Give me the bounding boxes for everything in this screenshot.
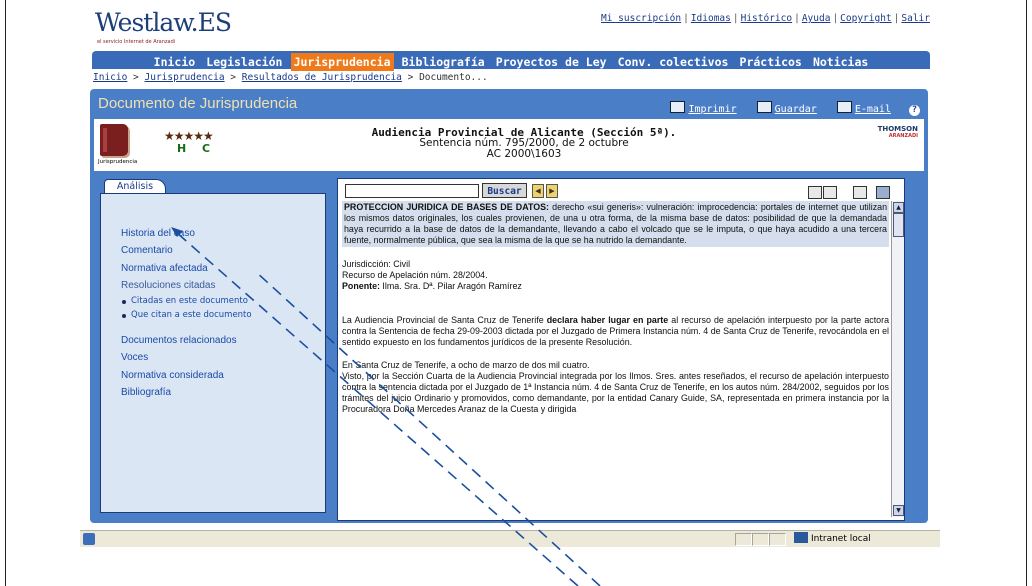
nav-proyectos-ley[interactable]: Proyectos de Ley [493,53,610,71]
link-historico[interactable]: Histórico [741,13,792,24]
breadcrumb: Inicio > Jurisprudencia > Resultados de … [93,72,488,83]
scroll-down-icon[interactable]: ▼ [893,505,904,516]
save-button[interactable]: Guardar [756,101,817,115]
westlaw-logo[interactable]: Westlaw.ES [95,8,232,37]
next-match-icon[interactable]: ▶ [546,184,558,198]
fallo-start: La Audiencia Provincial de Santa Cruz de… [342,315,547,325]
category-label: Jurisprudencia [98,159,138,165]
link-documentos-relacionados[interactable]: Documentos relacionados [121,335,237,346]
analysis-links: Historia del caso Comentario Normativa a… [100,193,326,513]
ponente-name: Ilma. Sra. Dª. Pilar Aragón Ramírez [379,281,522,291]
status-cell [752,533,769,546]
rating-stars: ★★★★★ [164,129,214,143]
prev-match-icon[interactable]: ◀ [532,184,544,198]
nav-legislacion[interactable]: Legislación [203,53,285,71]
breadcrumb-current: Documento... [419,72,488,83]
search-button[interactable]: Buscar [482,183,527,198]
tab-analisis[interactable]: Análisis [104,179,166,194]
breadcrumb-resultados[interactable]: Resultados de Jurisprudencia [242,72,402,83]
scroll-thumb[interactable] [893,213,904,237]
book-icon [100,124,128,156]
link-bibliografia[interactable]: Bibliografía [121,387,171,398]
paragraph-lugar-fecha: En Santa Cruz de Tenerife, a ocho de mar… [342,360,590,370]
bullet-icon [122,300,126,304]
maximize-icon[interactable] [876,186,890,199]
document-panel: Documento de Jurisprudencia Imprimir Gua… [90,89,928,523]
nav-bibliografia[interactable]: Bibliografía [399,53,488,71]
link-ayuda[interactable]: Ayuda [802,13,831,24]
recurso: Recurso de Apelación núm. 28/2004. [342,270,488,280]
link-normativa-afectada[interactable]: Normativa afectada [121,263,208,274]
document-scrollbar[interactable]: ▲ ▼ [891,201,904,517]
intranet-icon [794,532,808,543]
nav-jurisprudencia[interactable]: Jurisprudencia [290,53,394,71]
scroll-up-icon[interactable]: ▲ [893,202,904,213]
ponente-label: Ponente: [342,281,380,291]
summary-heading: PROTECCION JURIDICA DE BASES DE DATOS: [344,202,549,212]
link-historia-caso[interactable]: Historia del caso [121,228,195,239]
save-label: Guardar [774,104,817,115]
document-toolbar: Buscar ◀ ▶ [338,179,904,201]
document-tools: Imprimir Guardar E-mail ? [656,101,920,116]
document-header: Jurisprudencia ★★★★★ H C Audiencia Provi… [94,119,924,171]
paragraph-visto: Visto, por la Sección Cuarta de la Audie… [342,371,889,414]
font-larger-icon[interactable] [823,186,837,199]
disk-icon [756,101,772,113]
link-citan-documento[interactable]: Que citan a este documento [131,310,252,320]
publisher-name: THOMSON [877,125,918,133]
page-title: Documento de Jurisprudencia [98,95,298,112]
ponente: Ponente: Ilma. Sra. Dª. Pilar Aragón Ram… [342,281,889,292]
link-suscripcion[interactable]: Mi suscripción [601,13,681,24]
browser-statusbar: Intranet local [80,530,940,547]
court-info: Audiencia Provincial de Alicante (Secció… [344,127,704,160]
link-normativa-considerada[interactable]: Normativa considerada [121,370,224,381]
document-viewer: Buscar ◀ ▶ PROTECCION JURIDICA DE BASES … [337,178,905,521]
label-resoluciones-citadas: Resoluciones citadas [121,280,216,291]
link-citadas-en-documento[interactable]: Citadas en este documento [131,296,248,306]
email-label: E-mail [854,104,891,115]
publisher-sub: ARANZADI [888,133,918,139]
nav-practicos[interactable]: Prácticos [737,53,805,71]
status-cell [735,533,752,546]
page-icon [83,533,95,545]
link-idiomas[interactable]: Idiomas [691,13,731,24]
printer-icon [670,101,686,113]
publisher-logo: THOMSON ARANZADI [878,125,918,139]
breadcrumb-jurisprudencia[interactable]: Jurisprudencia [145,72,225,83]
layout-icon[interactable] [853,186,867,199]
security-zone: Intranet local [794,532,871,544]
bullet-icon [122,314,126,318]
print-button[interactable]: Imprimir [670,101,737,115]
nav-inicio[interactable]: Inicio [151,53,199,71]
link-comentario[interactable]: Comentario [121,245,173,256]
email-button[interactable]: E-mail [836,101,891,115]
status-cell [769,533,786,546]
nav-noticias[interactable]: Noticias [810,53,871,71]
font-smaller-icon[interactable] [808,186,822,199]
reference: AC 2000\1603 [486,148,562,160]
jurisdiccion: Jurisdicción: Civil [342,259,411,269]
logo-subtitle: el servicio Internet de Aranzadi [97,39,176,45]
breadcrumb-inicio[interactable]: Inicio [93,72,127,83]
envelope-icon [836,101,852,113]
nav-conv-colectivos[interactable]: Conv. colectivos [615,53,732,71]
hc-marker: H C [177,142,217,155]
link-salir[interactable]: Salir [901,13,930,24]
search-input[interactable] [345,184,479,198]
fallo-bold: declara haber lugar en parte [546,315,669,325]
document-text: PROTECCION JURIDICA DE BASES DE DATOS: d… [342,201,889,517]
analysis-panel: Análisis Historia del caso Comentario No… [96,175,330,516]
link-voces[interactable]: Voces [121,352,148,363]
paragraph-fallo: La Audiencia Provincial de Santa Cruz de… [342,315,889,348]
document-summary: PROTECCION JURIDICA DE BASES DE DATOS: d… [342,201,889,247]
print-label: Imprimir [688,104,737,115]
top-links: Mi suscripción | Idiomas | Histórico | Ayuda | C… [601,13,930,24]
help-icon[interactable]: ? [909,105,920,116]
link-copyright[interactable]: Copyright [840,13,891,24]
main-nav: Inicio Legislación Jurisprudencia Biblio… [92,51,930,71]
zone-label: Intranet local [811,534,871,544]
